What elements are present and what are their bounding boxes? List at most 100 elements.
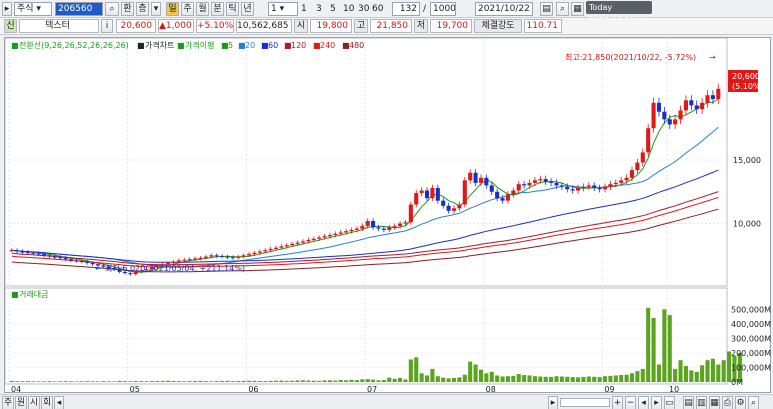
legend-price-chart: 가격차트 bbox=[145, 40, 174, 50]
volume-bar bbox=[629, 373, 635, 382]
volume-bar bbox=[500, 376, 505, 382]
cha-button[interactable]: 층 bbox=[136, 2, 149, 16]
date-value: 2021/10/22 bbox=[478, 4, 530, 14]
interval-3-button[interactable]: 3 bbox=[316, 2, 322, 16]
volume-bar bbox=[597, 377, 602, 382]
interval-10-button[interactable]: 10 bbox=[343, 2, 354, 16]
candle-body bbox=[257, 251, 262, 253]
chart-area[interactable]: 10,000 15,000 04 05 06 07 08 09 10 500,000M 400,00… bbox=[4, 37, 772, 394]
volume-bar bbox=[349, 379, 354, 382]
period-month-button[interactable]: 월 bbox=[196, 2, 209, 16]
volume-bar bbox=[613, 375, 618, 382]
current-price: 20,600 bbox=[116, 19, 156, 33]
interval-30-button[interactable]: 30 bbox=[358, 2, 369, 16]
candle-body bbox=[284, 245, 289, 247]
date-select[interactable]: 2021/10/22 ▾ bbox=[475, 2, 533, 16]
candle-body bbox=[581, 186, 586, 188]
volume-bar bbox=[430, 368, 435, 382]
save-icon[interactable]: ▦ bbox=[709, 396, 720, 409]
volume-bar bbox=[565, 376, 570, 382]
zoom-icon-bottom[interactable]: ⌕ bbox=[748, 396, 759, 409]
period-tick-button[interactable]: 틱 bbox=[226, 2, 239, 16]
bottom-tab-1[interactable]: 원 bbox=[15, 396, 27, 409]
candle-body bbox=[187, 259, 192, 261]
scroll-right-icon[interactable]: ▸ bbox=[548, 396, 558, 409]
today-tooltip: Today 2021.10.22(금) bbox=[586, 1, 652, 25]
hwan-button[interactable]: 환 bbox=[121, 2, 134, 16]
stock-code-input[interactable]: 206560 bbox=[55, 2, 103, 16]
menu-arrow-icon[interactable]: ▸ bbox=[2, 2, 12, 16]
volume-bar bbox=[667, 315, 672, 382]
interval-select[interactable]: 1 ▾ bbox=[268, 2, 298, 16]
candle-body bbox=[446, 205, 451, 211]
zoom-icon[interactable]: ⌕ bbox=[556, 2, 569, 16]
bottom-tab-3[interactable]: 회 bbox=[41, 396, 53, 409]
candle-body bbox=[683, 100, 688, 111]
volume-bar bbox=[489, 371, 494, 382]
volume-bar bbox=[241, 380, 246, 382]
volume-bar bbox=[101, 381, 106, 382]
price-tick-label: 10,000 bbox=[733, 220, 761, 229]
bottom-tab-2[interactable]: 시 bbox=[28, 396, 40, 409]
volume-bar bbox=[602, 376, 608, 382]
settings-icon[interactable]: ⚙ bbox=[735, 396, 746, 409]
stock-chart[interactable]: 10,000 15,000 04 05 06 07 08 09 10 500,000M 400,00… bbox=[4, 37, 772, 394]
candle-body bbox=[613, 182, 618, 185]
print-icon[interactable]: ⎙ bbox=[722, 396, 733, 409]
period-week-button[interactable]: 주 bbox=[181, 2, 194, 16]
candle-body bbox=[360, 226, 365, 229]
volume-tick-label: 200,000M bbox=[731, 349, 771, 358]
grid-icon[interactable]: ▦ bbox=[571, 2, 584, 16]
legend-ma-marker: ■ bbox=[177, 41, 185, 50]
volume-bar bbox=[176, 381, 181, 382]
interval-60-button[interactable]: 60 bbox=[372, 2, 383, 16]
interval-5-button[interactable]: 5 bbox=[330, 2, 336, 16]
dropdown-icon[interactable]: ▾ bbox=[151, 2, 161, 16]
volume-bar bbox=[376, 380, 381, 382]
zoom-out-icon[interactable]: − bbox=[625, 396, 636, 409]
volume-bar bbox=[279, 380, 284, 382]
period-year-button[interactable]: 년 bbox=[241, 2, 254, 16]
candle-body bbox=[349, 229, 354, 232]
layout-icon[interactable]: ▥ bbox=[696, 396, 707, 409]
volume-bar bbox=[586, 376, 591, 382]
candle-body bbox=[36, 253, 41, 255]
credit-flag: 신 bbox=[4, 19, 17, 33]
price-panel bbox=[4, 37, 728, 287]
volume-bar bbox=[327, 380, 332, 382]
period-minute-button[interactable]: 분 bbox=[211, 2, 224, 16]
candle-body bbox=[74, 260, 79, 262]
volume-bar bbox=[95, 381, 101, 382]
chart-type-icon[interactable]: ▤ bbox=[683, 396, 694, 409]
info-icon[interactable]: i bbox=[101, 19, 113, 33]
day-button[interactable]: 일 bbox=[166, 2, 179, 16]
chart-tool-icon[interactable]: ▤ bbox=[540, 2, 553, 16]
scrollbar[interactable] bbox=[560, 398, 610, 407]
search-icon[interactable]: ⌕ bbox=[105, 2, 119, 16]
fit-icon[interactable]: ▭ bbox=[664, 396, 675, 409]
candle-body bbox=[273, 247, 279, 249]
volume-bar bbox=[354, 380, 359, 382]
legend-ma-label: 가격이평 bbox=[185, 40, 214, 50]
volume-panel bbox=[4, 287, 728, 385]
trade-volume: 10,562,685 bbox=[236, 19, 292, 33]
bottom-tab-0[interactable]: 주 bbox=[2, 396, 14, 409]
candle-body bbox=[414, 193, 419, 205]
market-type-select[interactable]: 주식 ▾ bbox=[14, 2, 52, 16]
volume-bar bbox=[31, 381, 36, 382]
strength-label: 체결강도 bbox=[474, 19, 522, 33]
zoom-in-icon[interactable]: + bbox=[612, 396, 623, 409]
candle-body bbox=[327, 234, 332, 237]
volume-bar bbox=[656, 364, 662, 382]
candle-body bbox=[619, 180, 624, 183]
legend-ma-5: 5 bbox=[228, 41, 233, 50]
interval-1-button[interactable]: 1 bbox=[301, 2, 307, 16]
candle-body bbox=[468, 172, 473, 181]
volume-bar bbox=[290, 380, 295, 382]
count-input[interactable]: 132 bbox=[392, 2, 420, 16]
candle-body bbox=[576, 187, 581, 191]
move-left-icon[interactable]: ◂ bbox=[638, 396, 649, 409]
move-right-icon[interactable]: ▸ bbox=[651, 396, 662, 409]
candle-body bbox=[85, 261, 90, 263]
scroll-left-icon[interactable]: ◂ bbox=[54, 396, 64, 409]
